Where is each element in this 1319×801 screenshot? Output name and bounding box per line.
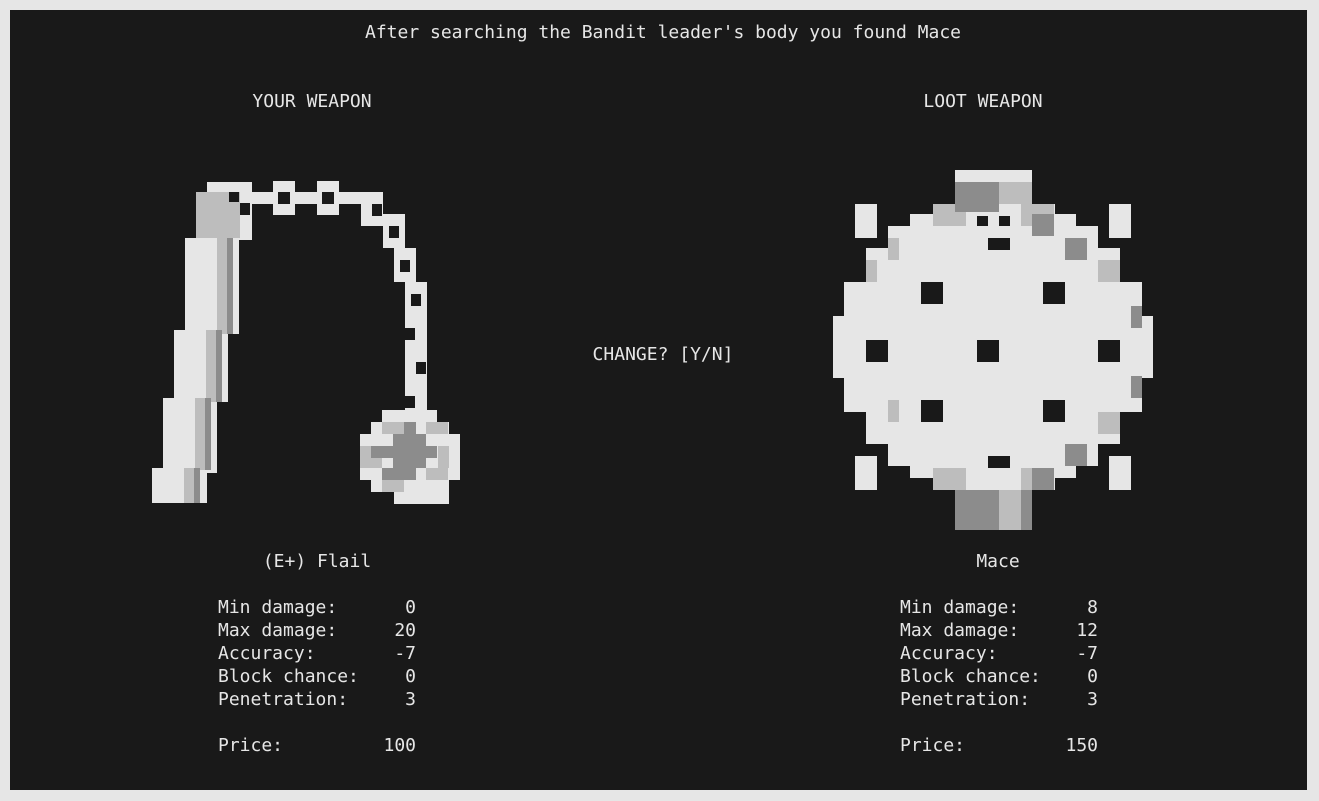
- stat-value: 20: [394, 620, 416, 641]
- stat-value: -7: [394, 643, 416, 664]
- change-prompt[interactable]: CHANGE? [Y/N]: [593, 343, 734, 366]
- price-value: 150: [1065, 735, 1098, 756]
- stat-row-min-damage: Min damage: 8: [900, 596, 1098, 619]
- stat-value: 3: [1087, 689, 1098, 710]
- stat-label: Min damage:: [218, 597, 338, 618]
- flail-icon: [152, 181, 460, 504]
- stat-value: 12: [1076, 620, 1098, 641]
- your-weapon-heading: YOUR WEAPON: [252, 91, 372, 112]
- your-weapon-stats: Min damage: 0 Max damage: 20 Accuracy: -7 B…: [218, 596, 416, 757]
- stat-row-max-damage: Max damage: 12: [900, 619, 1098, 642]
- your-weapon-name: (E+) Flail: [262, 551, 372, 572]
- stat-row-accuracy: Accuracy: -7: [900, 642, 1098, 665]
- stat-row-max-damage: Max damage: 20: [218, 619, 416, 642]
- stat-label: Accuracy:: [218, 643, 316, 664]
- stat-label: Penetration:: [218, 689, 349, 710]
- stat-label: Max damage:: [900, 620, 1020, 641]
- stat-row-accuracy: Accuracy: -7: [218, 642, 416, 665]
- stat-row-penetration: Penetration: 3: [900, 688, 1098, 711]
- stat-label: Penetration:: [900, 689, 1031, 710]
- loot-weapon-heading: LOOT WEAPON: [923, 91, 1043, 112]
- stat-label: Block chance:: [218, 666, 359, 687]
- mace-icon: [833, 170, 1153, 530]
- stat-label: Block chance:: [900, 666, 1041, 687]
- stat-label: Accuracy:: [900, 643, 998, 664]
- loot-weapon-name: Mace: [976, 551, 1020, 572]
- stat-value: 0: [405, 666, 416, 687]
- stat-row-penetration: Penetration: 3: [218, 688, 416, 711]
- price-row: Price: 100: [218, 734, 416, 757]
- stat-label: Min damage:: [900, 597, 1020, 618]
- stat-row-block-chance: Block chance: 0: [900, 665, 1098, 688]
- loot-message: After searching the Bandit leader's body…: [364, 22, 962, 43]
- stat-value: 0: [1087, 666, 1098, 687]
- game-screen: After searching the Bandit leader's body…: [10, 10, 1307, 790]
- stat-value: 0: [405, 597, 416, 618]
- loot-weapon-stats: Min damage: 8 Max damage: 12 Accuracy: -7 B…: [900, 596, 1098, 757]
- stat-value: -7: [1076, 643, 1098, 664]
- price-value: 100: [383, 735, 416, 756]
- stat-label: Max damage:: [218, 620, 338, 641]
- stat-value: 8: [1087, 597, 1098, 618]
- price-label: Price:: [218, 735, 284, 756]
- stat-value: 3: [405, 689, 416, 710]
- price-row: Price: 150: [900, 734, 1098, 757]
- stat-row-min-damage: Min damage: 0: [218, 596, 416, 619]
- stat-row-block-chance: Block chance: 0: [218, 665, 416, 688]
- price-label: Price:: [900, 735, 966, 756]
